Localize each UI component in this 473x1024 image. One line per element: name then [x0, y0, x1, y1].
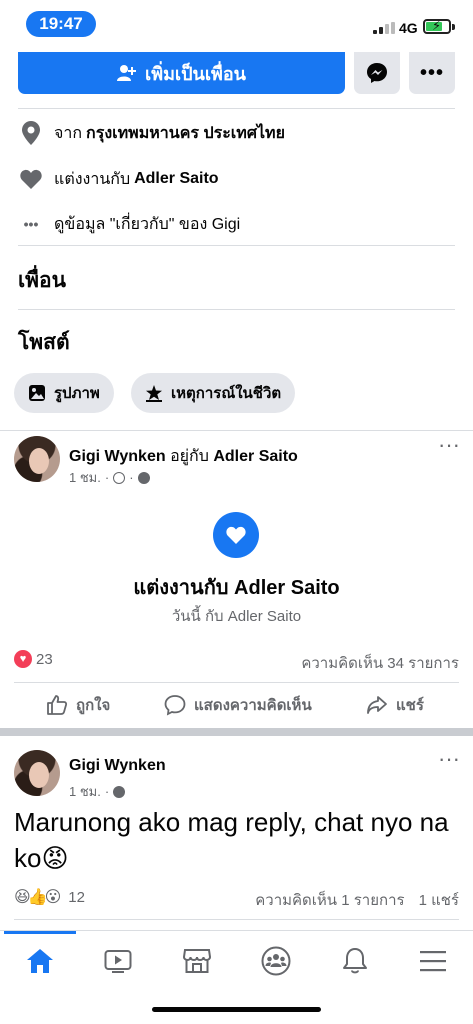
- divider: [14, 682, 459, 683]
- photos-filter-label: รูปภาพ: [54, 385, 100, 402]
- hometown-place[interactable]: กรุงเทพมหานคร ประเทศไทย: [86, 121, 285, 146]
- post-options-icon[interactable]: ···: [438, 746, 460, 772]
- share-count[interactable]: 1 แชร์: [419, 888, 459, 912]
- clock-icon: [113, 471, 126, 484]
- life-event-heart-icon: [213, 512, 259, 558]
- post-author[interactable]: Gigi Wynken: [69, 757, 166, 775]
- more-icon: •••: [419, 61, 444, 84]
- share-label: แชร์: [396, 697, 424, 714]
- share-button[interactable]: แชร์: [366, 690, 424, 720]
- life-events-filter-chip[interactable]: เหตุการณ์ในชีวิต: [131, 373, 296, 413]
- network-label: 4G: [399, 20, 418, 36]
- divider: [14, 919, 459, 920]
- photo-icon: [29, 385, 45, 401]
- like-label: ถูกใจ: [76, 697, 111, 714]
- home-indicator: [152, 1007, 321, 1012]
- location-pin-icon: [18, 121, 44, 145]
- life-event-title: แต่งงานกับ Adler Saito: [133, 577, 340, 599]
- avatar[interactable]: [14, 436, 60, 482]
- messenger-button[interactable]: [354, 52, 400, 94]
- home-icon: [27, 949, 53, 973]
- comment-label: แสดงความคิดเห็น: [194, 697, 312, 714]
- menu-tab[interactable]: [413, 941, 453, 981]
- life-event-star-icon: [146, 385, 162, 402]
- post-time[interactable]: 1 ชม.: [69, 781, 101, 802]
- add-friend-label: เพิ่มเป็นเพื่อน: [145, 63, 246, 84]
- relationship-partner[interactable]: Adler Saito: [134, 170, 218, 188]
- comment-bubble-icon: [164, 695, 186, 716]
- avatar[interactable]: [14, 750, 60, 796]
- reaction-count: 23: [36, 650, 53, 668]
- post-separator: [0, 728, 473, 736]
- notifications-tab[interactable]: [335, 941, 375, 981]
- marketplace-tab[interactable]: [177, 941, 217, 981]
- post-time[interactable]: 1 ชม.: [69, 467, 101, 488]
- watch-icon: [104, 950, 132, 973]
- relationship-row: แต่งงานกับ Adler Saito: [18, 164, 223, 194]
- about-link[interactable]: ดูข้อมูล "เกี่ยวกับ" ของ Gigi: [54, 212, 240, 237]
- life-event-subtitle: วันนี้ กับ Adler Saito: [171, 608, 302, 625]
- reactions-summary[interactable]: ♥ 23: [14, 650, 53, 668]
- menu-icon: [420, 951, 446, 972]
- posts-section-title: โพสต์: [18, 331, 70, 354]
- signal-icon: [373, 22, 395, 34]
- home-tab[interactable]: [20, 941, 60, 981]
- add-friend-icon: [117, 65, 137, 81]
- friends-section-title: เพื่อน: [18, 269, 66, 292]
- like-button[interactable]: ถูกใจ: [46, 690, 110, 720]
- divider: [18, 108, 455, 109]
- add-friend-button[interactable]: เพิ่มเป็นเพื่อน: [18, 52, 345, 94]
- notifications-icon: [343, 948, 367, 974]
- thumbs-up-icon: [47, 695, 68, 715]
- comment-button[interactable]: แสดงความคิดเห็น: [164, 690, 312, 720]
- active-tab-indicator: [4, 931, 76, 934]
- post-stats: ความคิดเห็น 1 รายการ 1 แชร์: [255, 888, 459, 912]
- battery-tip: [452, 24, 455, 30]
- about-row[interactable]: ••• ดูข้อมูล "เกี่ยวกับ" ของ Gigi: [18, 209, 241, 239]
- comment-count[interactable]: ความคิดเห็น 34 รายการ: [301, 651, 459, 675]
- heart-icon: [18, 169, 44, 189]
- post-text: Marunong ako mag reply, chat nyo na ko😡: [14, 807, 449, 873]
- hometown-prefix: จาก: [54, 124, 83, 142]
- ellipsis-icon: •••: [23, 216, 39, 232]
- groups-icon: [261, 946, 291, 976]
- marketplace-icon: [183, 949, 211, 973]
- messenger-icon: [367, 63, 387, 83]
- post-author[interactable]: Gigi Wynken: [69, 448, 166, 465]
- post-author-line: Gigi Wynken อยู่กับ Adler Saito: [69, 444, 298, 469]
- post-meta: 1 ชม. ·: [69, 781, 126, 802]
- status-bar: 19:47 4G ⚡: [0, 0, 473, 52]
- watch-tab[interactable]: [98, 941, 138, 981]
- divider: [18, 245, 455, 246]
- status-time: 19:47: [26, 11, 96, 37]
- comment-count[interactable]: ความคิดเห็น 1 รายการ: [255, 888, 404, 912]
- post-meta: 1 ชม. · ·: [69, 467, 150, 488]
- post-options-icon[interactable]: ···: [438, 432, 460, 458]
- more-options-button[interactable]: •••: [409, 52, 455, 94]
- post-with-text: อยู่กับ: [170, 448, 209, 465]
- hometown-row: จาก กรุงเทพมหานคร ประเทศไทย: [18, 118, 289, 148]
- groups-tab[interactable]: [256, 941, 296, 981]
- reaction-count: 12: [68, 888, 85, 906]
- relationship-prefix: แต่งงานกับ: [54, 170, 131, 188]
- battery-icon: ⚡: [423, 18, 451, 34]
- love-reaction-icon: ♥: [14, 650, 32, 668]
- globe-icon: [113, 785, 126, 798]
- globe-icon: [137, 471, 150, 484]
- divider: [0, 430, 473, 431]
- photos-filter-chip[interactable]: รูปภาพ: [14, 373, 114, 413]
- divider: [18, 309, 455, 310]
- share-arrow-icon: [367, 696, 387, 714]
- post-with-name[interactable]: Adler Saito: [213, 448, 297, 465]
- reactions-summary[interactable]: 😆👍😮 12: [14, 887, 85, 907]
- life-events-filter-label: เหตุการณ์ในชีวิต: [171, 385, 282, 402]
- reaction-emoji-icons: 😆👍😮: [14, 889, 61, 906]
